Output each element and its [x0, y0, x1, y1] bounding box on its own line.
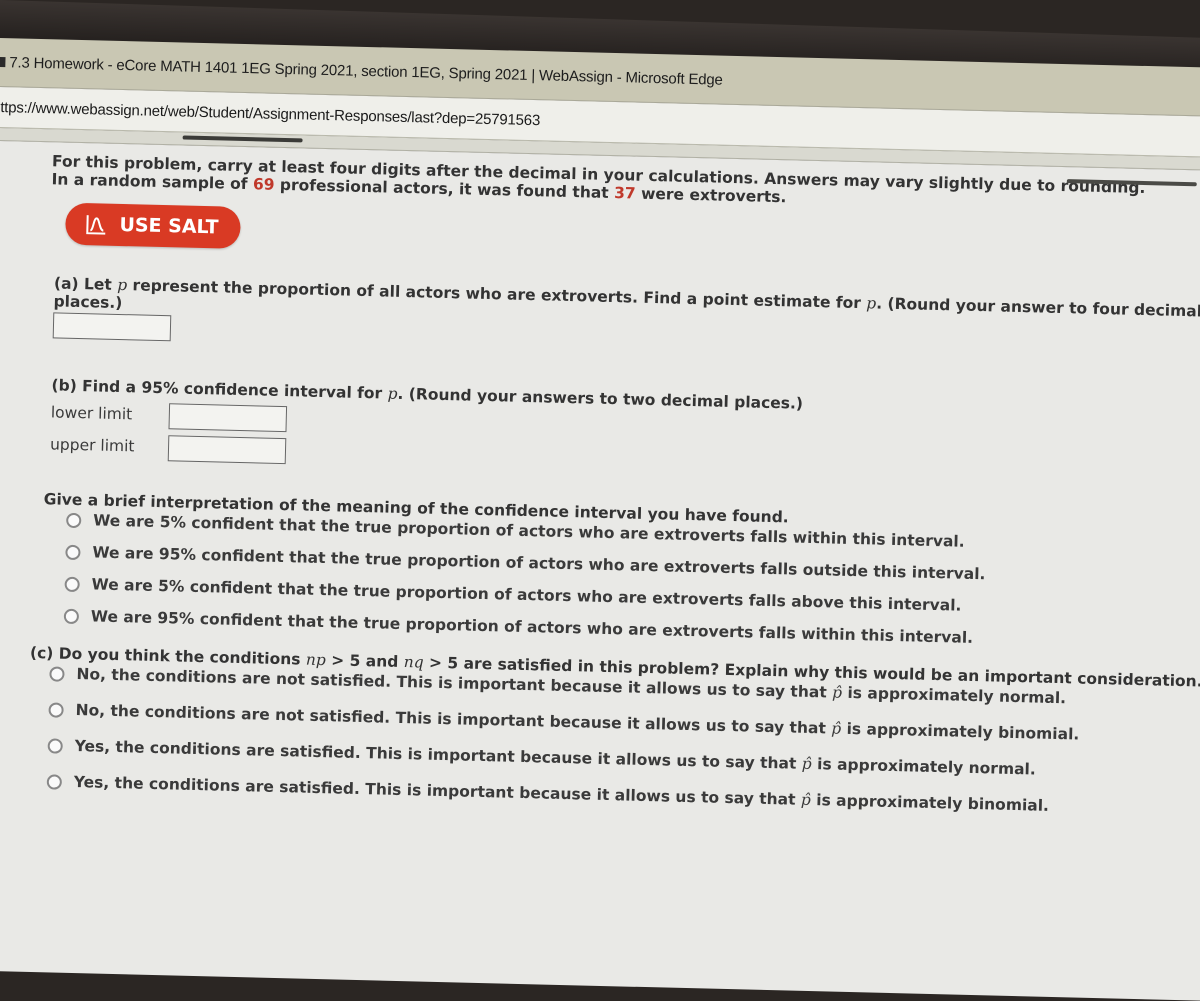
option-label: Yes, the conditions are satisfied. This … — [74, 773, 1050, 815]
option-post: is approximately normal. — [841, 683, 1067, 708]
upper-limit-label: upper limit — [49, 435, 135, 456]
radio-button[interactable] — [63, 608, 80, 624]
option-label: We are 95% confident that the true propo… — [90, 607, 974, 647]
option-post: is approximately binomial. — [810, 791, 1050, 815]
lower-limit-label: lower limit — [50, 403, 133, 424]
part-a-question: (a) Let p represent the proportion of al… — [53, 274, 1200, 339]
radio-button[interactable] — [66, 512, 82, 528]
url-text[interactable]: ttps://www.webassign.net/web/Student/Ass… — [0, 99, 540, 129]
browser-window: 7.3 Homework - eCore MATH 1401 1EG Sprin… — [0, 38, 1200, 1001]
var-p-hat: p̂ — [831, 719, 842, 738]
option-label: No, the conditions are not satisfied. Th… — [75, 701, 1079, 744]
part-b: (b) Find a 95% confidence interval for p… — [50, 376, 1200, 487]
option-label: We are 5% confident that the true propor… — [91, 575, 962, 615]
var-nq: nq — [403, 653, 424, 672]
part-c-cond1-rest: > 5 and — [325, 651, 404, 672]
extrovert-count: 37 — [613, 184, 636, 203]
lower-limit-input[interactable] — [168, 403, 288, 433]
option-pre: Yes, the conditions are satisfied. This … — [74, 737, 803, 773]
assignment-content: For this problem, carry at least four di… — [0, 140, 1200, 1001]
part-a-prefix: (a) Let — [53, 274, 118, 294]
sample-size: 69 — [252, 175, 275, 194]
part-a-mid: represent the proportion of all actors w… — [126, 276, 867, 313]
window-title: 7.3 Homework - eCore MATH 1401 1EG Sprin… — [9, 53, 723, 89]
point-estimate-input[interactable] — [52, 312, 172, 342]
var-np: np — [305, 650, 327, 670]
sample-suffix: were extroverts. — [635, 184, 787, 207]
option-post: is approximately normal. — [811, 755, 1036, 779]
conditions-options: No, the conditions are not satisfied. Th… — [46, 664, 1200, 819]
app-icon — [0, 56, 6, 68]
radio-button[interactable] — [49, 665, 65, 682]
part-a: (a) Let p represent the proportion of al… — [52, 274, 1200, 367]
conditions-option[interactable]: Yes, the conditions are satisfied. This … — [46, 772, 1200, 819]
radio-button[interactable] — [48, 701, 64, 718]
sample-prefix: In a random sample of — [51, 170, 254, 194]
var-p: p — [117, 275, 128, 295]
var-p-hat: p̂ — [831, 683, 843, 702]
scroll-handle[interactable] — [182, 135, 303, 143]
option-pre: No, the conditions are not satisfied. Th… — [75, 701, 832, 738]
radio-button[interactable] — [64, 576, 80, 592]
radio-button[interactable] — [65, 544, 81, 560]
upper-limit-input[interactable] — [167, 435, 287, 465]
use-salt-label: USE SALT — [119, 213, 219, 239]
option-label: Yes, the conditions are satisfied. This … — [75, 737, 1036, 778]
option-post: is approximately binomial. — [840, 719, 1080, 744]
use-salt-button[interactable]: USE SALT — [64, 202, 241, 249]
radio-button[interactable] — [47, 737, 63, 754]
salt-bell-curve-icon — [86, 215, 106, 235]
radio-button[interactable] — [46, 773, 63, 790]
option-pre: Yes, the conditions are satisfied. This … — [73, 773, 802, 809]
option-label: We are 95% confident that the true propo… — [92, 543, 986, 584]
var-p: p — [387, 384, 398, 403]
